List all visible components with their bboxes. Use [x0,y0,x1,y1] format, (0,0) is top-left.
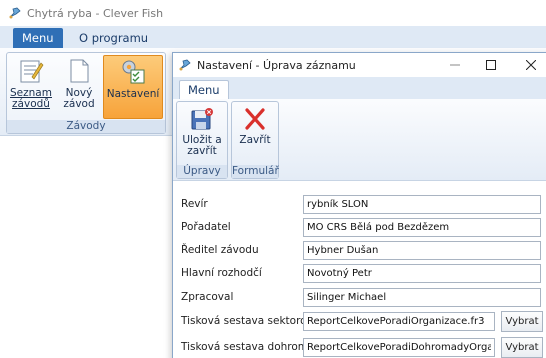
menu-tab-bar: Menu O programu [0,26,546,48]
sestava-sektorova-input[interactable] [303,312,495,331]
vybrat-sektorova-button[interactable]: Vybrat [501,311,543,332]
reditel-label: Ředitel závodu [181,244,259,256]
dialog-titlebar[interactable]: Nastavení - Úprava záznamu [173,53,546,77]
tab-menu[interactable]: Menu [13,28,63,48]
ulozit-a-zavrit-label: Uložit a zavřít [182,134,222,157]
field-row-poradatel: Pořadatel [173,217,546,239]
settings-icon [122,60,145,84]
seznam-zavodu-button[interactable]: Seznam závodů [10,55,52,119]
app-fish-icon [179,59,191,71]
dialog-ribbon: Uložit a zavřít Úpravy Zavřít Formulář [173,99,546,181]
dialog-tab-menu[interactable]: Menu [179,80,229,99]
revir-label: Revír [181,198,208,210]
formular-group-label: Formulář [232,165,279,178]
close-icon [526,60,536,70]
dialog-tab-bar: Menu [173,77,546,99]
ribbon-group-label: Závody [7,120,165,133]
vybrat-dohromady-button[interactable]: Vybrat [501,337,543,358]
field-row-hlavni-rozhodci: Hlavní rozhodčí [173,263,546,285]
maximize-icon [486,60,496,70]
new-document-icon [70,59,89,83]
minimize-button[interactable] [437,53,473,77]
novy-zavod-label: Nový závod [63,87,95,110]
revir-input[interactable] [303,195,541,214]
window-title: Chytrá ryba - Clever Fish [27,6,164,20]
poradatel-label: Pořadatel [181,221,231,233]
maximize-button[interactable] [473,53,509,77]
upravy-group-label: Úpravy [177,165,227,178]
field-row-zpracoval: Zpracoval [173,287,546,309]
ulozit-a-zavrit-button[interactable]: Uložit a zavřít [179,104,225,162]
ribbon-group-formular: Zavřít Formulář [231,101,279,179]
nastaveni-label: Nastavení [106,88,160,100]
novy-zavod-button[interactable]: Nový závod [59,55,99,119]
sestava-dohromady-input[interactable] [303,338,495,357]
nastaveni-button[interactable]: Nastavení [103,55,163,119]
list-icon [20,60,44,83]
sestava-sektorova-label: Tisková sestava sektorová [181,315,320,327]
zpracoval-input[interactable] [303,288,541,307]
main-titlebar: Chytrá ryba - Clever Fish [0,0,546,26]
field-row-reditel: Ředitel závodu [173,240,546,262]
ribbon-group-zavody: Seznam závodů Nový závod Nastavení Závod… [6,52,166,134]
minimize-icon [450,64,460,66]
zavrit-label: Zavřít [239,134,271,146]
hlavni-rozhodci-label: Hlavní rozhodčí [181,267,262,279]
field-row-sestava-sektorova: Tisková sestava sektorová Vybrat [173,311,546,333]
field-row-revir: Revír [173,194,546,216]
poradatel-input[interactable] [303,218,541,237]
app-fish-icon [9,7,21,19]
tab-o-programu[interactable]: O programu [70,28,157,48]
reditel-input[interactable] [303,241,541,260]
zavrit-button[interactable]: Zavřít [234,104,276,162]
zpracoval-label: Zpracoval [181,291,234,303]
dialog-title: Nastavení - Úprava záznamu [197,58,356,72]
ribbon-group-upravy: Uložit a zavřít Úpravy [176,101,228,179]
field-row-sestava-dohromady: Tisková sestava dohromady Vybrat [173,337,546,358]
seznam-zavodu-label: Seznam závodů [10,87,52,110]
save-close-icon [191,108,213,130]
settings-dialog: Nastavení - Úprava záznamu Menu Uložit a… [172,52,546,358]
close-x-icon [245,108,265,130]
close-window-button[interactable] [513,53,546,77]
hlavni-rozhodci-input[interactable] [303,264,541,283]
